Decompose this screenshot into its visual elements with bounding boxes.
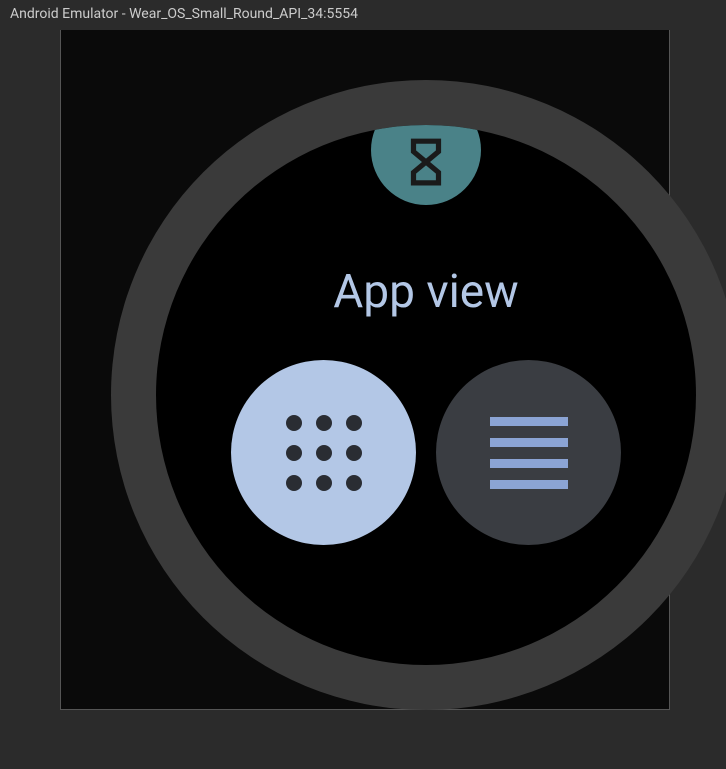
watch-bezel: App view bbox=[111, 80, 726, 710]
window-title: Android Emulator - Wear_OS_Small_Round_A… bbox=[0, 0, 726, 28]
view-options-container bbox=[156, 360, 696, 545]
watch-face[interactable]: App view bbox=[156, 125, 696, 665]
grid-view-option[interactable] bbox=[231, 360, 416, 545]
list-icon bbox=[490, 417, 568, 489]
emulator-frame: App view bbox=[60, 30, 670, 710]
hourglass-button[interactable] bbox=[371, 125, 481, 205]
hourglass-icon bbox=[401, 137, 451, 187]
grid-icon bbox=[286, 415, 362, 491]
app-view-title: App view bbox=[156, 265, 696, 319]
list-view-option[interactable] bbox=[436, 360, 621, 545]
